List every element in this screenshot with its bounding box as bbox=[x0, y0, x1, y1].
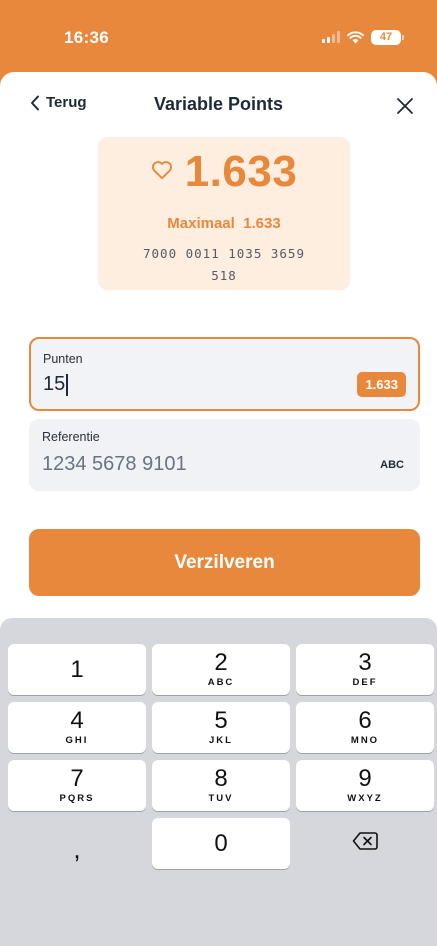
battery-level: 47 bbox=[379, 31, 393, 43]
battery-icon: 47 bbox=[371, 29, 404, 45]
points-balance: 1.633 bbox=[184, 147, 298, 196]
nav-bar: Terug Variable Points bbox=[0, 72, 437, 138]
points-input[interactable]: 15 bbox=[43, 373, 69, 396]
key-digit: 1 bbox=[70, 655, 84, 683]
text-cursor bbox=[66, 373, 69, 396]
backspace-key[interactable] bbox=[296, 818, 434, 869]
page-title: Variable Points bbox=[153, 94, 284, 114]
key-letters: JKL bbox=[209, 735, 233, 746]
numeric-keyboard: 1 2 ABC 3 DEF 4 GHI 5 JKL 6 MNO 7 PQRS 8… bbox=[0, 618, 437, 946]
key-0[interactable]: 0 bbox=[152, 818, 290, 869]
close-icon bbox=[393, 98, 417, 122]
key-digit: 8 bbox=[214, 765, 228, 792]
key-6[interactable]: 6 MNO bbox=[296, 702, 434, 753]
reference-field-label: Referentie bbox=[42, 430, 100, 444]
key-5[interactable]: 5 JKL bbox=[152, 702, 290, 753]
key-digit: 3 bbox=[358, 649, 372, 676]
key-2[interactable]: 2 ABC bbox=[152, 644, 290, 695]
key-digit: 2 bbox=[214, 649, 228, 676]
max-points-button[interactable]: 1.633 bbox=[357, 372, 406, 397]
key-digit: , bbox=[73, 833, 81, 864]
card-number-line2: 518 bbox=[211, 268, 237, 283]
key-letters: DEF bbox=[352, 677, 378, 688]
status-icons: 47 bbox=[322, 29, 404, 45]
status-time: 16:36 bbox=[64, 28, 109, 47]
max-points-text: Maximaal 1.633 bbox=[167, 215, 281, 232]
reference-field[interactable]: Referentie 1234 5678 9101 ABC bbox=[29, 419, 420, 491]
points-card: 1.633 Maximaal 1.633 7000 0011 1035 3659… bbox=[98, 137, 350, 290]
redeem-button[interactable]: Verzilveren bbox=[29, 529, 420, 596]
heart-icon bbox=[151, 160, 173, 185]
card-number: 7000 0011 1035 3659 518 bbox=[98, 243, 350, 287]
key-7[interactable]: 7 PQRS bbox=[8, 760, 146, 811]
key-1[interactable]: 1 bbox=[8, 644, 146, 695]
key-9[interactable]: 9 WXYZ bbox=[296, 760, 434, 811]
key-letters: PQRS bbox=[59, 793, 95, 804]
key-letters: TUV bbox=[208, 793, 234, 804]
points-field[interactable]: Punten 15 1.633 bbox=[29, 337, 420, 411]
cellular-signal-icon bbox=[322, 31, 340, 43]
key-8[interactable]: 8 TUV bbox=[152, 760, 290, 811]
key-3[interactable]: 3 DEF bbox=[296, 644, 434, 695]
key-4[interactable]: 4 GHI bbox=[8, 702, 146, 753]
key-digit: 9 bbox=[358, 765, 372, 792]
key-comma[interactable]: , bbox=[8, 818, 146, 869]
card-number-line1: 7000 0011 1035 3659 bbox=[143, 246, 305, 261]
close-button[interactable] bbox=[393, 94, 417, 118]
wifi-icon bbox=[347, 30, 364, 44]
keyboard-type-hint: ABC bbox=[380, 459, 404, 471]
key-digit: 7 bbox=[70, 765, 84, 792]
key-digit: 5 bbox=[214, 707, 228, 734]
reference-input[interactable]: 1234 5678 9101 bbox=[42, 453, 187, 476]
key-letters: ABC bbox=[207, 677, 235, 688]
key-letters: MNO bbox=[350, 735, 380, 746]
key-letters: WXYZ bbox=[347, 793, 383, 804]
points-field-label: Punten bbox=[43, 352, 83, 366]
key-digit: 0 bbox=[214, 829, 228, 857]
key-digit: 6 bbox=[358, 707, 372, 734]
key-digit: 4 bbox=[70, 707, 84, 734]
status-bar: 16:36 47 bbox=[0, 0, 437, 80]
key-letters: GHI bbox=[65, 735, 89, 746]
redeem-sheet: Terug Variable Points 1.633 Maximaal 1.6… bbox=[0, 72, 437, 946]
backspace-icon bbox=[352, 831, 378, 856]
points-input-value: 15 bbox=[43, 373, 66, 395]
balance-row: 1.633 bbox=[98, 147, 350, 197]
